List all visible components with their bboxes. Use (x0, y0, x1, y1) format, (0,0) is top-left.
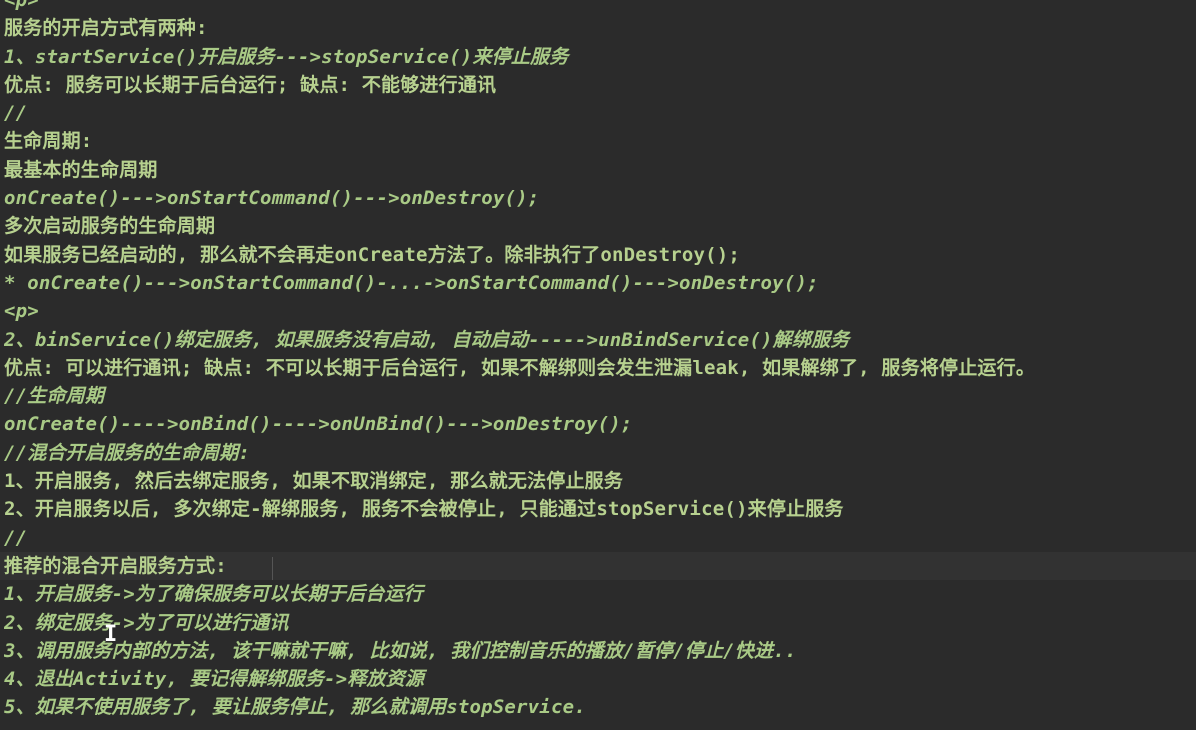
code-line-15: //生命周期 (4, 385, 105, 408)
code-line-1: <p> (4, 0, 39, 11)
code-line-2: 服务的开启方式有两种: (4, 17, 208, 40)
code-line-20: // (4, 526, 28, 549)
code-line-5: // (4, 102, 28, 125)
code-line-13: 2、binService()绑定服务, 如果服务没有启动, 自动启动----->… (4, 328, 850, 351)
code-line-11: * onCreate()--->onStartCommand()-...->on… (4, 271, 819, 294)
code-line-26: 5、如果不使用服务了, 要让服务停止, 那么就调用stopService. (4, 696, 586, 719)
code-line-9: 多次启动服务的生命周期 (4, 215, 216, 238)
code-line-19: 2、开启服务以后, 多次绑定-解绑服务, 服务不会被停止, 只能通过stopSe… (4, 498, 844, 521)
code-line-24: 3、调用服务内部的方法, 该干嘛就干嘛, 比如说, 我们控制音乐的播放/暂停/停… (4, 639, 797, 662)
code-line-3: 1、startService()开启服务--->stopService()来停止… (4, 45, 569, 68)
code-line-4: 优点: 服务可以长期于后台运行; 缺点: 不能够进行通讯 (4, 73, 497, 96)
code-line-16: onCreate()---->onBind()---->onUnBind()--… (4, 413, 633, 436)
code-line-6: 生命周期: (4, 130, 93, 153)
code-line-21: 推荐的混合开启服务方式: (0, 551, 1196, 581)
code-line-12: <p> (4, 300, 39, 323)
text-caret (272, 557, 273, 580)
code-editor[interactable]: <p> 服务的开启方式有两种: 1、startService()开启服务--->… (0, 0, 1196, 730)
code-line-25: 4、退出Activity, 要记得解绑服务->释放资源 (4, 668, 425, 691)
code-content[interactable]: <p> 服务的开启方式有两种: 1、startService()开启服务--->… (0, 0, 1196, 722)
code-line-22: 1、开启服务->为了确保服务可以长期于后台运行 (4, 583, 423, 606)
code-line-18: 1、开启服务, 然后去绑定服务, 如果不取消绑定, 那么就无法停止服务 (4, 470, 624, 493)
code-line-8: onCreate()--->onStartCommand()--->onDest… (4, 187, 540, 210)
code-line-10: 如果服务已经启动的, 那么就不会再走onCreate方法了。除非执行了onDes… (4, 243, 741, 266)
code-line-14: 优点: 可以进行通讯; 缺点: 不可以长期于后台运行, 如果不解绑则会发生泄漏l… (4, 356, 1036, 379)
text-cursor-icon: I (104, 622, 118, 647)
code-line-17: //混合开启服务的生命周期: (4, 441, 251, 464)
code-line-23: 2、绑定服务->为了可以进行通讯 (4, 611, 289, 634)
code-line-7: 最基本的生命周期 (4, 158, 158, 181)
